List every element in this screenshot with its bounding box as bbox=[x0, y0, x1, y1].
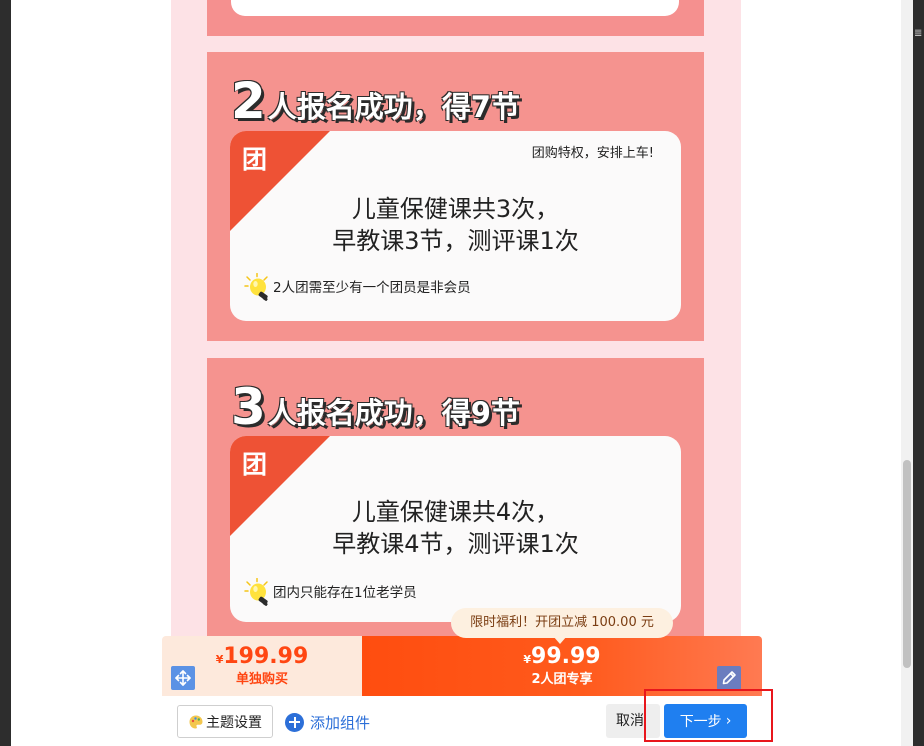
cancel-button[interactable]: 取消 bbox=[606, 704, 660, 738]
promo-bubble-pointer bbox=[553, 636, 567, 644]
edge-menu-icon: ≣ bbox=[914, 28, 923, 39]
tip-text: 2人团需至少有一个团员是非会员 bbox=[273, 280, 471, 296]
window-frame-right bbox=[913, 0, 924, 746]
price-amount: 99.99 bbox=[531, 644, 601, 669]
heading-text: 人报名成功，得7节 bbox=[267, 90, 520, 124]
add-component-label: 添加组件 bbox=[310, 713, 371, 732]
tip-text: 团内只能存在1位老学员 bbox=[273, 585, 417, 601]
group-price: ¥99.99 bbox=[362, 642, 762, 672]
heading-number: 2 bbox=[231, 72, 266, 130]
tip-row: 团内只能存在1位老学员 bbox=[244, 577, 417, 608]
group-tag-label: 团 bbox=[242, 450, 268, 479]
lightbulb-icon bbox=[244, 577, 272, 608]
scrollbar-thumb[interactable] bbox=[903, 460, 911, 668]
pencil-icon[interactable] bbox=[717, 666, 741, 690]
benefit-line-1: 儿童保健课共3次， bbox=[351, 195, 560, 223]
benefit-line-1: 儿童保健课共4次， bbox=[351, 498, 560, 526]
next-step-label: 下一步 bbox=[679, 714, 722, 730]
theme-settings-label: 主题设置 bbox=[206, 714, 262, 731]
card-panel: 团 团购特权，安排上车! 儿童保健课共3次， 早教课3节，测评课1次 2人团需至… bbox=[230, 131, 681, 321]
chevron-right-icon: › bbox=[725, 713, 732, 729]
benefit-text: 儿童保健课共3次， 早教课3节，测评课1次 bbox=[230, 193, 681, 257]
palette-icon bbox=[188, 714, 204, 730]
lightbulb-icon bbox=[244, 272, 272, 303]
price-amount: 199.99 bbox=[223, 644, 309, 669]
plus-circle-icon bbox=[285, 712, 304, 732]
theme-settings-button[interactable]: 主题设置 bbox=[177, 705, 273, 738]
purchase-bar: ¥199.99 单独购买 ¥99.99 2人团专享 bbox=[162, 636, 762, 696]
group-tier-card-3[interactable]: 3 人报名成功，得9节 团 儿童保健课共4次， 早教课4节，测评课1次 团内只能… bbox=[207, 358, 704, 640]
previous-card-remnant bbox=[207, 0, 704, 36]
group-buy-label: 2人团专享 bbox=[531, 672, 593, 687]
benefit-text: 儿童保健课共4次， 早教课4节，测评课1次 bbox=[230, 496, 681, 560]
card-panel: 团 儿童保健课共4次， 早教课4节，测评课1次 团内只能存在1位老学员 bbox=[230, 436, 681, 622]
benefit-line-2: 早教课3节，测评课1次 bbox=[332, 227, 579, 255]
group-tag-label: 团 bbox=[242, 145, 268, 174]
heading-number: 3 bbox=[231, 378, 266, 436]
tip-row: 2人团需至少有一个团员是非会员 bbox=[244, 272, 471, 303]
privilege-text: 团购特权，安排上车! bbox=[531, 146, 654, 161]
move-icon[interactable] bbox=[171, 666, 195, 690]
group-tier-card-2[interactable]: 2 人报名成功，得7节 团 团购特权，安排上车! 儿童保健课共3次， 早教课3节… bbox=[207, 52, 704, 341]
heading-text: 人报名成功，得9节 bbox=[267, 396, 520, 430]
promo-bubble: 限时福利！开团立减 100.00 元 bbox=[451, 608, 673, 638]
previous-card-panel bbox=[231, 0, 679, 16]
benefit-line-2: 早教课4节，测评课1次 bbox=[332, 530, 579, 558]
add-component-button[interactable]: 添加组件 bbox=[285, 711, 370, 733]
next-step-button[interactable]: 下一步 › bbox=[664, 704, 747, 738]
card-heading: 3 人报名成功，得9节 bbox=[231, 372, 520, 432]
window-frame-left bbox=[0, 0, 11, 746]
card-heading: 2 人报名成功，得7节 bbox=[231, 66, 520, 126]
group-buy-button[interactable]: ¥99.99 2人团专享 bbox=[362, 636, 762, 696]
currency-symbol: ¥ bbox=[523, 653, 532, 666]
